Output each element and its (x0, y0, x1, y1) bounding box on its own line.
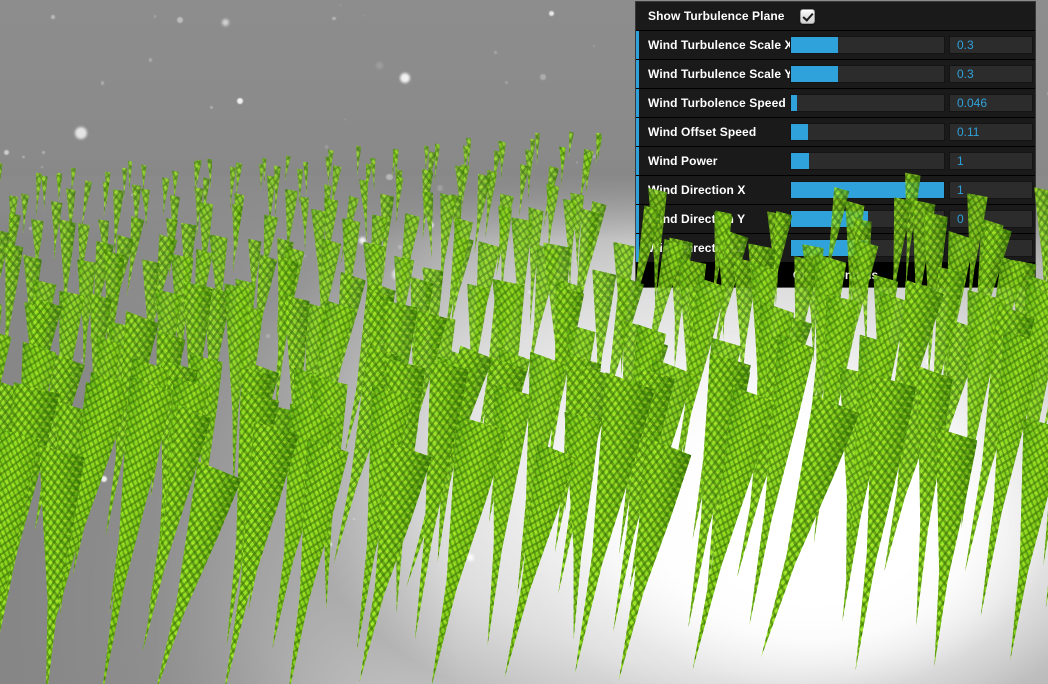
control-row-wind-turbulence-scale-y[interactable]: Wind Turbulence Scale Y 0.3 (636, 60, 1035, 89)
slider-track[interactable] (790, 65, 945, 83)
slider-fill (791, 95, 798, 111)
slider-label: Wind Direction Y (648, 212, 746, 226)
show-turbulence-plane-label: Show Turbulence Plane (648, 9, 785, 23)
slider-value-input[interactable]: 0.11 (949, 123, 1033, 141)
slider-fill (791, 37, 839, 53)
control-row-wind-turbolence-speed[interactable]: Wind Turbolence Speed 0.046 (636, 89, 1035, 118)
slider-label: Wind Turbolence Speed (648, 96, 786, 110)
slider-value-input[interactable]: 1 (949, 181, 1033, 199)
control-row-wind-offset-speed[interactable]: Wind Offset Speed 0.11 (636, 118, 1035, 147)
slider-track[interactable] (790, 239, 945, 257)
slider-value-input[interactable]: 0.3 (949, 65, 1033, 83)
application-window: Show Turbulence Plane Wind Turbulence Sc… (0, 0, 1048, 684)
slider-track[interactable] (790, 94, 945, 112)
slider-label: Wind Offset Speed (648, 125, 757, 139)
slider-track[interactable] (790, 123, 945, 141)
slider-value-input[interactable]: 0 (949, 239, 1033, 257)
control-row-show-turbulence-plane[interactable]: Show Turbulence Plane (636, 2, 1035, 31)
show-turbulence-plane-checkbox-wrap[interactable] (790, 8, 815, 24)
control-row-wind-direction-y[interactable]: Wind Direction Y 0 (636, 205, 1035, 234)
control-panel[interactable]: Show Turbulence Plane Wind Turbulence Sc… (636, 2, 1035, 287)
control-row-wind-power[interactable]: Wind Power 1 (636, 147, 1035, 176)
slider-track[interactable] (790, 181, 945, 199)
control-row-wind-direction-z[interactable]: Wind Direction Z 0 (636, 234, 1035, 263)
control-row-wind-turbulence-scale-x[interactable]: Wind Turbulence Scale X 0.3 (636, 31, 1035, 60)
slider-fill (791, 211, 868, 227)
slider-fill (791, 240, 868, 256)
slider-fill (791, 153, 810, 169)
slider-value-input[interactable]: 0 (949, 210, 1033, 228)
slider-fill (791, 124, 808, 140)
slider-label: Wind Direction Z (648, 241, 745, 255)
checkmark-icon[interactable] (800, 8, 815, 24)
ground-light-spot (803, 518, 829, 544)
slider-fill (791, 182, 944, 198)
slider-track[interactable] (790, 36, 945, 54)
slider-label: Wind Turbulence Scale Y (648, 67, 790, 81)
slider-label: Wind Power (648, 154, 718, 168)
slider-label: Wind Direction X (648, 183, 746, 197)
slider-value-input[interactable]: 0.046 (949, 94, 1033, 112)
slider-track[interactable] (790, 210, 945, 228)
close-controls-button[interactable]: Close Controls (636, 263, 1035, 287)
slider-track[interactable] (790, 152, 945, 170)
slider-rows-container: Wind Turbulence Scale X 0.3 Wind Turbulenc… (636, 31, 1035, 263)
slider-value-input[interactable]: 1 (949, 152, 1033, 170)
slider-fill (791, 66, 839, 82)
control-row-wind-direction-x[interactable]: Wind Direction X 1 (636, 176, 1035, 205)
slider-label: Wind Turbulence Scale X (648, 38, 790, 52)
slider-value-input[interactable]: 0.3 (949, 36, 1033, 54)
